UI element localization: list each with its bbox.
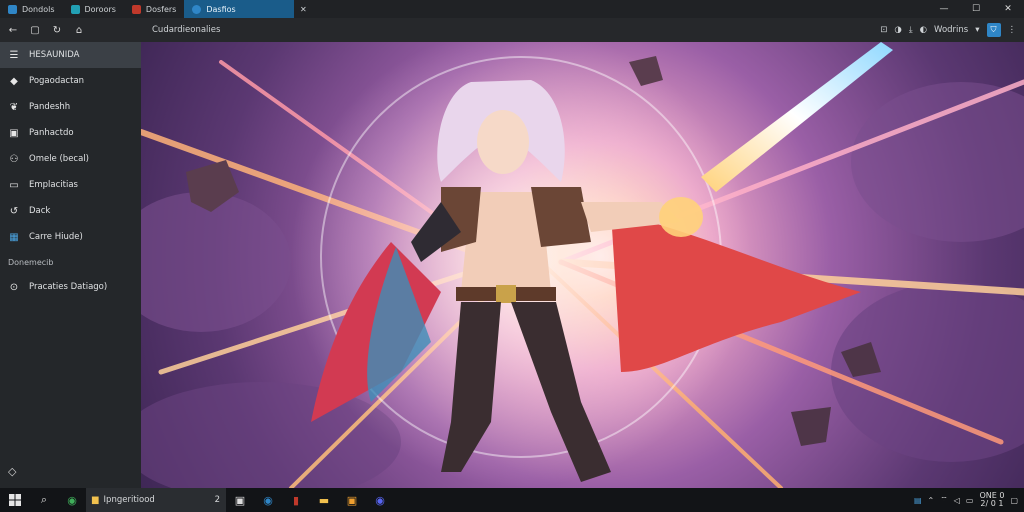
app-icon (131, 4, 141, 14)
sidebar-item-5[interactable]: ⚇ Omele (becal) (0, 146, 141, 172)
sidebar-section-header: Donemecib (8, 257, 54, 267)
sidebar-item-label: Panhactdo (29, 128, 74, 138)
address-bar: ← ▢ ↻ ⌂ Cudardieonalies ⊡ ◑ ⤓ ◐ Wodrins … (0, 18, 1024, 42)
sidebar-item-4[interactable]: ▣ Panhactdo (0, 120, 141, 146)
photos-icon[interactable]: ▣ (226, 488, 254, 512)
browser-icon[interactable]: ◉ (58, 488, 86, 512)
sidebar-item-label: Carre Hiude) (29, 232, 83, 242)
start-button[interactable] (0, 488, 30, 512)
folder-icon: ▆ (92, 495, 99, 505)
tabs-icon[interactable]: ▢ (28, 23, 42, 37)
sidebar-item-7[interactable]: ↺ Dack (0, 198, 141, 224)
cast-icon[interactable]: ⊡ (880, 25, 887, 35)
taskbar-app-label: Ipngeritiood (103, 495, 155, 505)
tab-bar: Dondols Doroors Dosfers Dasfios ✕ — ☐ ✕ (0, 0, 1024, 18)
people-icon: ⚇ (9, 153, 19, 165)
download-icon[interactable]: ⤓ (909, 25, 913, 35)
extension-icon[interactable]: ◑ (894, 25, 901, 35)
profile-icon[interactable]: ◐ (920, 25, 927, 35)
sidebar-item-8[interactable]: ▦ Carre Hiude) (0, 224, 141, 250)
back-icon[interactable]: ← (6, 23, 20, 37)
more-icon[interactable]: ⋮ (1008, 25, 1017, 35)
discord-icon[interactable]: ◉ (366, 488, 394, 512)
hero-artwork (141, 42, 1024, 488)
cube-icon: ◆ (10, 75, 18, 87)
sidebar-item-6[interactable]: ▭ Emplacitias (0, 172, 141, 198)
clock[interactable]: ONE 0 2/ 0 1 (979, 492, 1004, 508)
tab-2[interactable]: Doroors (63, 0, 124, 18)
app-icon[interactable]: ▮ (282, 488, 310, 512)
sidebar-item-label: Pandeshh (29, 102, 71, 112)
taskbar-app-num: 2 (214, 495, 220, 505)
grid-icon: ▦ (9, 231, 19, 243)
volume-icon[interactable]: ◁ (954, 496, 960, 505)
store-icon[interactable]: ▣ (338, 488, 366, 512)
power-icon: ⊙ (9, 281, 19, 293)
refresh-icon[interactable]: ↻ (50, 23, 64, 37)
sidebar: ☰ HESAUNIDA ◆ Pogaodactan ❦ Pandeshh ▣ P… (0, 42, 141, 488)
network-icon[interactable]: ▤ (914, 496, 922, 505)
edge-icon (192, 4, 202, 14)
diamond-icon[interactable]: ◇ (8, 465, 16, 478)
notifications-icon[interactable]: ▢ (1010, 496, 1018, 505)
close-button[interactable]: ✕ (992, 0, 1024, 18)
dropdown-icon[interactable]: ▾ (975, 25, 979, 35)
files-icon[interactable]: ▬ (310, 488, 338, 512)
profile-label[interactable]: Wodrins (934, 25, 968, 35)
leaf-icon: ❦ (9, 101, 19, 113)
maximize-button[interactable]: ☐ (960, 0, 992, 18)
taskbar: ⌕ ◉ ▆ Ipngeritiood 2 ▣ ◉ ▮ ▬ ▣ ◉ ▤ ⌃ ⌔ ◁… (0, 488, 1024, 512)
sidebar-item-label: Omele (becal) (29, 154, 89, 164)
close-tab-icon[interactable]: ✕ (294, 0, 312, 18)
shield-icon[interactable]: ⛉ (986, 23, 1001, 37)
main-image (141, 42, 1024, 488)
address-text[interactable]: Cudardieonalies (142, 25, 220, 35)
display-icon: ▭ (9, 179, 19, 191)
tab-2-label: Doroors (84, 4, 116, 14)
window-controls: — ☐ ✕ (928, 0, 1024, 18)
taskbar-app-active[interactable]: ▆ Ipngeritiood 2 (86, 488, 226, 512)
tab-3[interactable]: Dosfers (124, 0, 184, 18)
swirl-icon: ↺ (9, 205, 19, 217)
globe-icon (8, 4, 17, 14)
clock-date: 2/ 0 1 (980, 499, 1004, 508)
sidebar-item-main[interactable]: ☰ HESAUNIDA (0, 42, 141, 68)
sidebar-item-footer[interactable]: ⊙ Pracaties Datiago) (0, 274, 141, 300)
image-icon: ▣ (9, 127, 19, 139)
sidebar-item-label: Pogaodactan (29, 76, 85, 86)
tab-4-active[interactable]: Dasfios (184, 0, 295, 18)
system-tray: ▤ ⌃ ⌔ ◁ ▭ ONE 0 2/ 0 1 ▢ (914, 492, 1024, 508)
tab-1-label: Dondols (22, 4, 55, 14)
tab-1[interactable]: Dondols (0, 0, 63, 18)
edge-icon (70, 4, 80, 14)
chevron-up-icon[interactable]: ⌃ (928, 496, 935, 505)
search-icon[interactable]: ⌕ (30, 488, 58, 512)
nav-buttons: ← ▢ ↻ ⌂ (0, 23, 142, 37)
sidebar-item-3[interactable]: ❦ Pandeshh (0, 94, 141, 120)
sidebar-item-label: HESAUNIDA (29, 50, 80, 60)
sidebar-item-label: Pracaties Datiago) (29, 282, 108, 292)
tab-4-label: Dasfios (206, 4, 236, 14)
sidebar-item-label: Emplacitias (29, 180, 78, 190)
toolbar-right: ⊡ ◑ ⤓ ◐ Wodrins ▾ ⛉ ⋮ (880, 23, 1024, 37)
wifi-icon[interactable]: ⌔ (940, 495, 948, 505)
home-icon[interactable]: ⌂ (72, 23, 86, 37)
battery-icon[interactable]: ▭ (966, 496, 974, 505)
menu-icon: ☰ (9, 49, 19, 61)
sidebar-item-2[interactable]: ◆ Pogaodactan (0, 68, 141, 94)
minimize-button[interactable]: — (928, 0, 960, 18)
windows-icon (9, 494, 21, 506)
sidebar-item-label: Dack (29, 206, 51, 216)
edge-icon[interactable]: ◉ (254, 488, 282, 512)
tab-3-label: Dosfers (145, 4, 177, 14)
